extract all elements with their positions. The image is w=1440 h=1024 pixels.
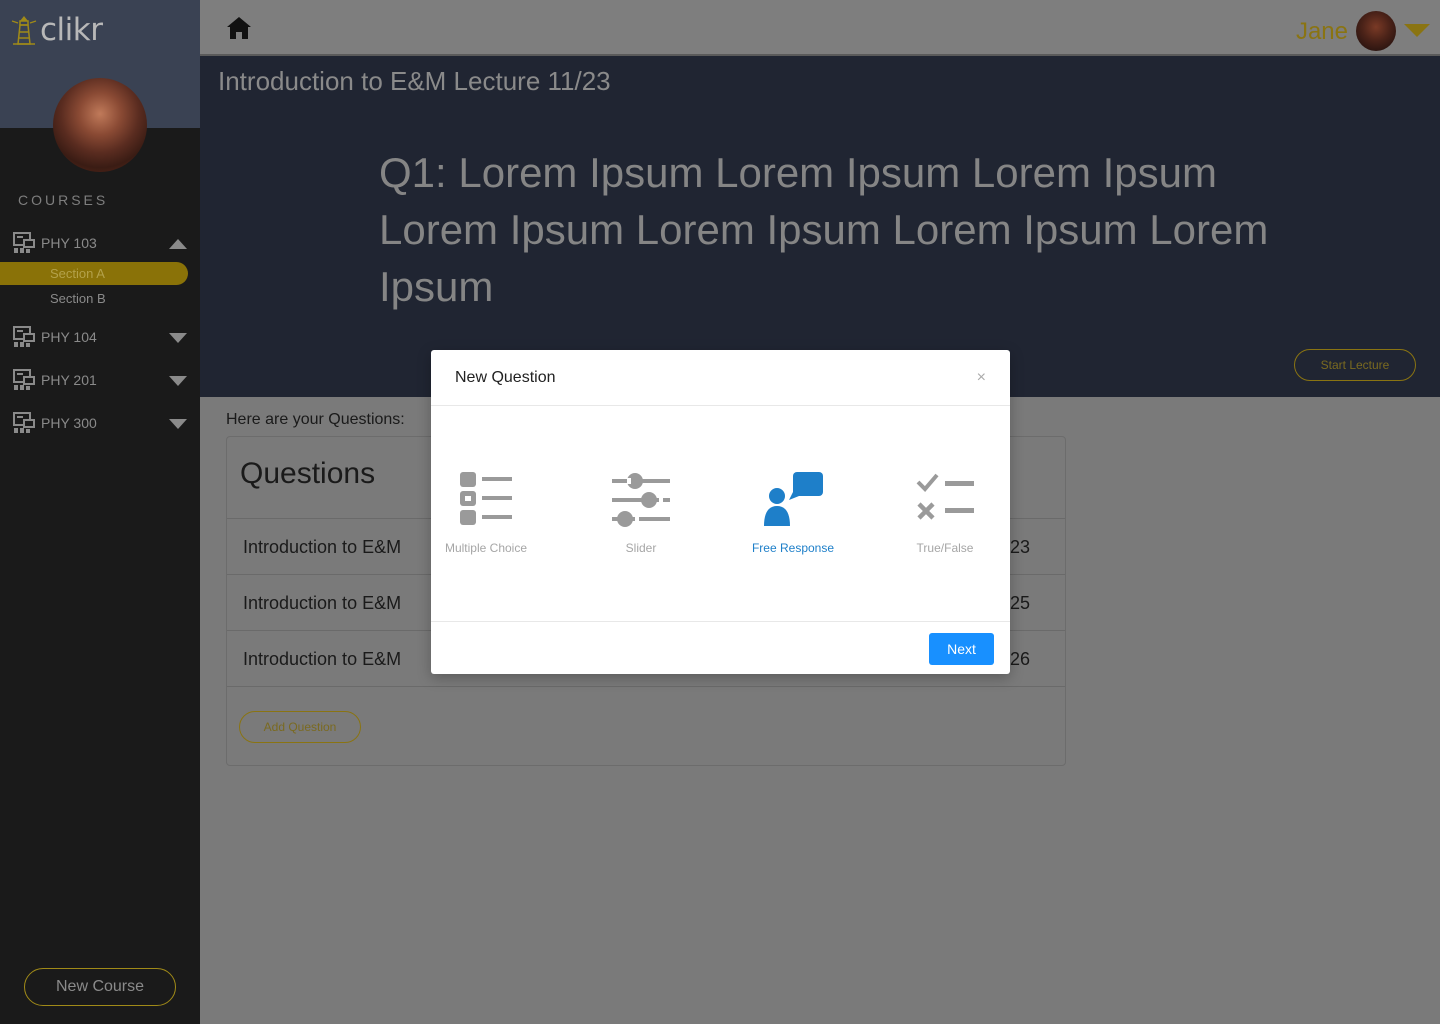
chevron-up-icon[interactable]	[169, 239, 187, 249]
user-avatar[interactable]	[1356, 11, 1396, 51]
option-label: Free Response	[751, 541, 835, 555]
courses-heading: COURSES	[18, 192, 109, 208]
new-question-modal: New Question × Multiple Choice Slider Fr…	[431, 350, 1010, 674]
course-label: PHY 103	[41, 235, 97, 251]
true-false-icon	[916, 473, 974, 520]
free-response-icon	[764, 472, 823, 526]
option-multiple-choice[interactable]: Multiple Choice	[421, 470, 551, 555]
user-name[interactable]: Jane	[1296, 18, 1348, 46]
current-question-text: Q1: Lorem Ipsum Lorem Ipsum Lorem Ipsum …	[379, 149, 1269, 310]
next-button[interactable]: Next	[929, 633, 994, 665]
course-item-phy-300[interactable]: PHY 300	[0, 409, 200, 439]
modal-footer: Next	[431, 621, 1010, 674]
course-item-phy-104[interactable]: PHY 104	[0, 323, 200, 353]
chevron-down-icon[interactable]	[169, 419, 187, 429]
course-label: PHY 104	[41, 329, 97, 345]
course-item-phy-201[interactable]: PHY 201	[0, 366, 200, 396]
course-label: PHY 201	[41, 372, 97, 388]
profile-avatar[interactable]	[53, 78, 147, 172]
app-logo[interactable]: clikr	[10, 12, 103, 48]
app-name: clikr	[40, 12, 103, 48]
chevron-down-icon[interactable]	[169, 333, 187, 343]
course-icon	[13, 412, 35, 433]
chevron-down-icon[interactable]	[169, 376, 187, 386]
sliders-icon	[612, 473, 670, 527]
modal-header: New Question ×	[431, 350, 1010, 406]
top-bar: Jane	[200, 0, 1440, 56]
option-label: Slider	[625, 541, 657, 555]
course-item-phy-103[interactable]: PHY 103	[0, 229, 200, 259]
option-free-response[interactable]: Free Response	[728, 470, 858, 555]
start-lecture-button[interactable]: Start Lecture	[1294, 349, 1416, 381]
close-icon[interactable]: ×	[977, 369, 986, 387]
questions-title: Questions	[240, 457, 376, 490]
chevron-down-icon[interactable]	[1404, 24, 1430, 37]
question-name: Introduction to E&M	[243, 649, 402, 669]
option-label: Multiple Choice	[444, 541, 528, 555]
section-item-b[interactable]: Section B	[0, 287, 188, 310]
course-icon	[13, 232, 35, 253]
add-question-button[interactable]: Add Question	[239, 711, 361, 743]
questions-intro: Here are your Questions:	[226, 411, 405, 428]
section-item-a[interactable]: Section A	[0, 262, 188, 285]
question-type-options: Multiple Choice Slider Free Response Tru…	[431, 470, 1010, 560]
lecture-header: Introduction to E&M Lecture 11/23 Q1: Lo…	[200, 56, 1440, 397]
option-label: True/False	[916, 541, 974, 555]
list-icon	[460, 472, 512, 525]
sidebar: clikr COURSES PHY 103 Section A Section …	[0, 0, 200, 1024]
question-name: Introduction to E&M	[243, 537, 402, 557]
lighthouse-icon	[11, 16, 37, 45]
question-name: Introduction to E&M	[243, 593, 402, 613]
option-true-false[interactable]: True/False	[880, 470, 1010, 555]
lecture-title: Introduction to E&M Lecture 11/23	[218, 66, 611, 96]
course-icon	[13, 369, 35, 390]
course-icon	[13, 326, 35, 347]
modal-title: New Question	[455, 369, 556, 386]
option-slider[interactable]: Slider	[576, 470, 706, 555]
home-icon[interactable]	[227, 17, 251, 39]
course-label: PHY 300	[41, 415, 97, 431]
new-course-button[interactable]: New Course	[24, 968, 176, 1006]
